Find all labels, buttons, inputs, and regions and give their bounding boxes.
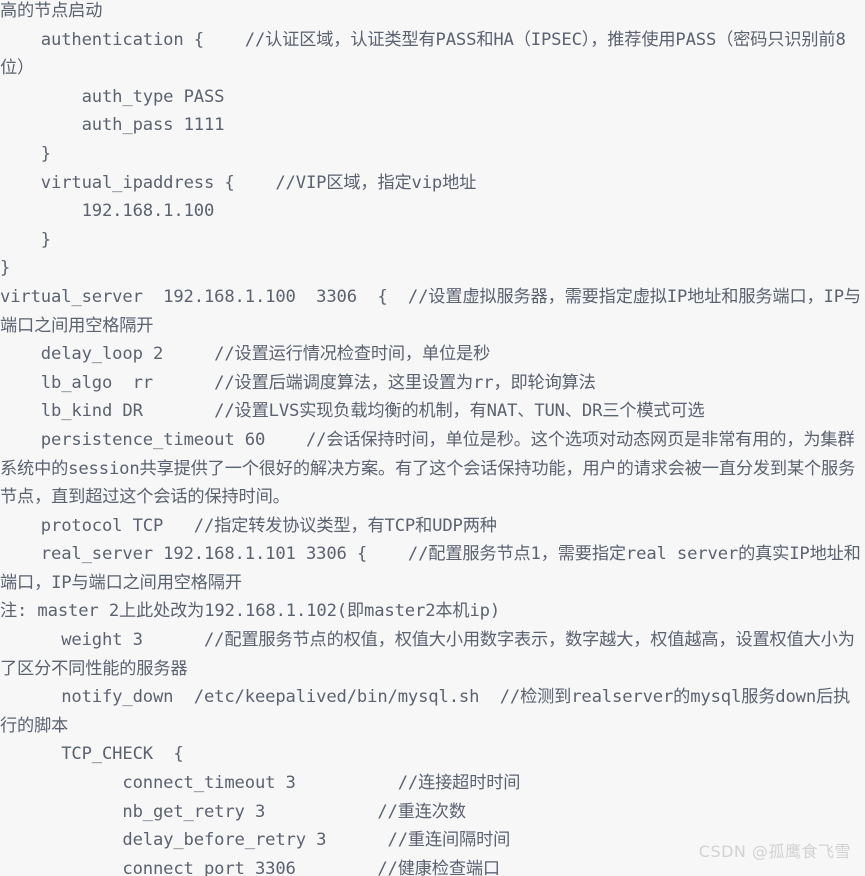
- code-line: weight 3 //配置服务节点的权值，权值大小用数字表示，数字越大，权值越高…: [0, 630, 855, 679]
- code-line: delay_loop 2 //设置运行情况检查时间，单位是秒: [0, 344, 491, 365]
- code-line: }: [0, 143, 51, 164]
- config-code-block: 高的节点启动 authentication { //认证区域，认证类型有PASS…: [0, 0, 865, 876]
- code-line: authentication { //认证区域，认证类型有PASS和HA（IPS…: [0, 29, 846, 79]
- code-line: auth_pass 1111: [0, 115, 225, 136]
- code-line: protocol TCP //指定转发协议类型，有TCP和UDP两种: [0, 515, 497, 536]
- code-line: connect_timeout 3 //连接超时时间: [0, 773, 521, 794]
- code-line: 高的节点启动: [0, 1, 103, 21]
- code-line: real_server 192.168.1.101 3306 { //配置服务节…: [0, 544, 861, 593]
- csdn-watermark: CSDN @孤鹰食飞雪: [698, 842, 851, 861]
- code-line: notify_down /etc/keepalived/bin/mysql.sh…: [0, 687, 851, 736]
- code-line: auth_type PASS: [0, 86, 225, 107]
- code-line: }: [0, 258, 11, 279]
- code-line: lb_kind DR //设置LVS实现负载均衡的机制，有NAT、TUN、DR三…: [0, 401, 705, 422]
- code-screenshot-page: 高的节点启动 authentication { //认证区域，认证类型有PASS…: [0, 0, 865, 876]
- code-line: TCP_CHECK {: [0, 744, 184, 765]
- code-line: lb_algo rr //设置后端调度算法，这里设置为rr，即轮询算法: [0, 372, 596, 393]
- code-line: virtual_server 192.168.1.100 3306 { //设置…: [0, 286, 861, 336]
- code-line: persistence_timeout 60 //会话保持时间，单位是秒。这个选…: [0, 429, 856, 508]
- code-line: 注: master 2上此处改为192.168.1.102(即master2本机…: [0, 601, 501, 622]
- code-line: nb_get_retry 3 //重连次数: [0, 801, 466, 822]
- code-line: 192.168.1.100: [0, 201, 215, 222]
- code-line: }: [0, 229, 51, 250]
- code-line: virtual_ipaddress { //VIP区域，指定vip地址: [0, 172, 477, 193]
